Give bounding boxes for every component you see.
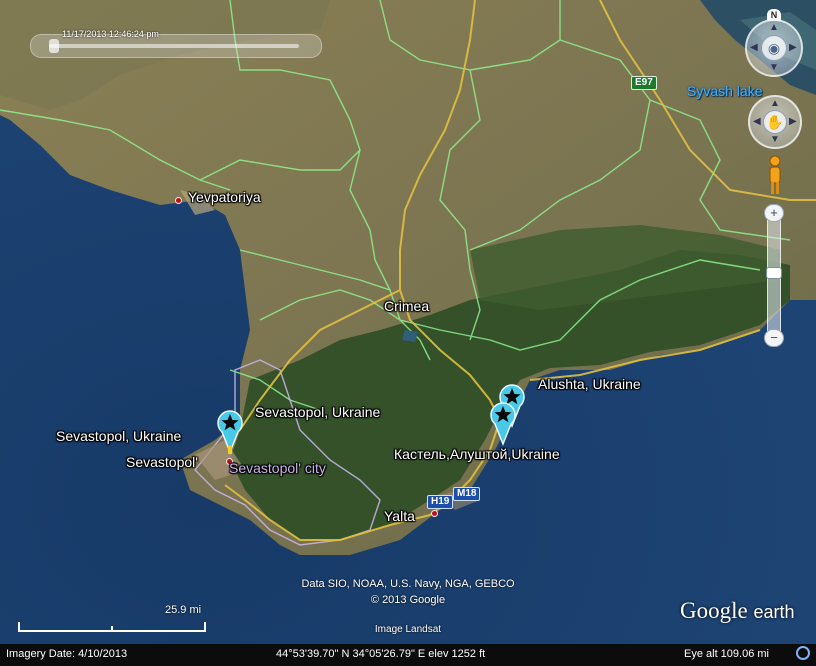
move-joystick-icon[interactable]: ▲ ▼ ◀ ▶ ✋ — [748, 95, 802, 149]
time-slider-thumb[interactable] — [49, 39, 59, 53]
star-pin-icon-kastel[interactable] — [489, 398, 517, 446]
move-down-arrow-icon[interactable]: ▼ — [770, 134, 780, 145]
globe-icon[interactable] — [796, 646, 810, 660]
time-slider-track[interactable] — [49, 44, 299, 48]
time-readout: 11/17/2013 12:46:24 pm — [62, 29, 159, 39]
label-yevpatoriya[interactable]: Yevpatoriya — [188, 189, 261, 205]
brand-product: earth — [753, 602, 795, 622]
scale-label: 25.9 mi — [165, 604, 202, 616]
look-left-arrow-icon[interactable]: ◀ — [750, 42, 758, 53]
zoom-out-button[interactable]: − — [764, 329, 784, 347]
look-up-arrow-icon[interactable]: ▲ — [769, 22, 779, 33]
move-right-arrow-icon[interactable]: ▶ — [789, 116, 797, 127]
place-dot-yalta[interactable] — [431, 510, 438, 517]
label-syvash-lake[interactable]: Syvash lake — [687, 83, 762, 99]
label-kastel[interactable]: Кастель,Алуштой,Ukraine — [394, 446, 560, 462]
brand-name: Google — [680, 598, 748, 623]
place-dot-yevpatoriya[interactable] — [175, 197, 182, 204]
zoom-slider-thumb[interactable] — [766, 267, 782, 279]
label-yalta[interactable]: Yalta — [384, 508, 415, 524]
cursor-coordinates: 44°53'39.70" N 34°05'26.79" E elev 1252 … — [276, 648, 486, 660]
street-view-pegman-icon[interactable] — [764, 154, 786, 196]
label-sevastopol[interactable]: Sevastopol' — [126, 454, 198, 470]
road-shield-m18: M18 — [453, 487, 481, 501]
data-credits: Data SIO, NOAA, U.S. Navy, NGA, GEBCO — [301, 578, 515, 590]
scale-bar-tick — [111, 626, 113, 632]
move-up-arrow-icon[interactable]: ▲ — [770, 98, 780, 109]
label-sevastopol-city[interactable]: Sevastopol' city — [229, 460, 326, 476]
look-down-arrow-icon[interactable]: ▼ — [769, 62, 779, 73]
eye-altitude: Eye alt 109.06 mi — [684, 648, 769, 660]
zoom-in-button[interactable]: + — [764, 204, 784, 222]
status-bar: Imagery Date: 4/10/2013 44°53'39.70" N 3… — [0, 644, 816, 666]
label-sevastopol-ukraine-center[interactable]: Sevastopol, Ukraine — [255, 404, 380, 420]
look-joystick-icon[interactable]: ▲ ▼ ◀ ▶ ◉ — [745, 19, 803, 77]
star-pin-icon-sevastopol[interactable] — [216, 406, 244, 454]
move-left-arrow-icon[interactable]: ◀ — [753, 116, 761, 127]
google-earth-logo: Google earth — [680, 598, 795, 624]
imagery-date: Imagery Date: 4/10/2013 — [6, 648, 128, 660]
road-shield-h19: H19 — [427, 495, 454, 509]
eye-icon[interactable]: ◉ — [761, 35, 787, 61]
road-shield-e97: E97 — [631, 76, 657, 90]
label-crimea[interactable]: Crimea — [384, 298, 429, 314]
look-right-arrow-icon[interactable]: ▶ — [789, 42, 797, 53]
label-alushta[interactable]: Alushta, Ukraine — [538, 376, 641, 392]
hand-icon[interactable]: ✋ — [763, 110, 787, 134]
satellite-map[interactable] — [0, 0, 816, 666]
label-sevastopol-ukraine-left[interactable]: Sevastopol, Ukraine — [56, 428, 181, 444]
